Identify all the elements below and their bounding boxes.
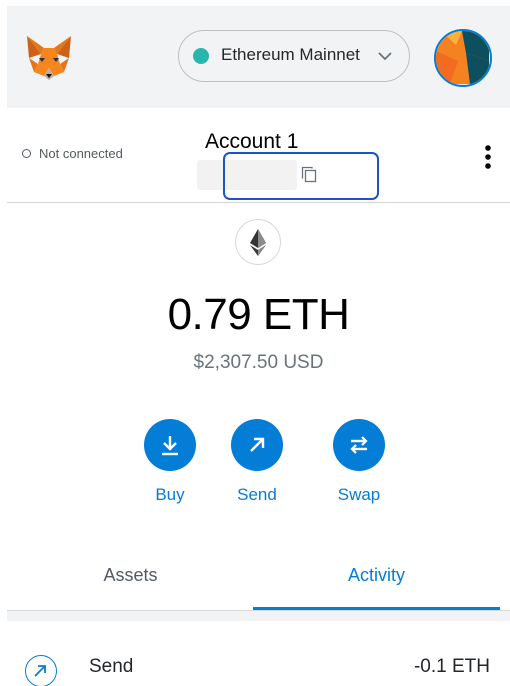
arrow-up-right-icon [231,419,283,471]
fiat-balance: $2,307.50 USD [193,352,324,373]
network-label: Ethereum Mainnet [221,45,360,64]
transaction-type: Send [89,656,134,677]
account-avatar[interactable] [434,29,492,87]
network-status-dot [193,48,209,64]
status-circle-icon [22,149,31,158]
transaction-amount: -0.1 ETH [413,656,490,677]
ethereum-icon [235,219,281,265]
wallet-popup: Ethereum Mainnet Not connected Account 1 [7,6,510,686]
arrow-up-right-icon [25,655,57,686]
metamask-fox-logo[interactable] [24,34,74,82]
app-header: Ethereum Mainnet [7,6,510,108]
account-bar: Not connected Account 1 [7,108,510,203]
eth-balance: 0.79 ETH [167,290,350,339]
account-name: Account 1 [205,130,299,153]
copy-icon[interactable] [301,166,317,183]
buy-label: Buy [155,485,185,504]
wallet-tabs: Assets Activity [7,544,510,611]
swap-arrows-icon [333,419,385,471]
tab-assets[interactable]: Assets [7,544,254,610]
connection-status[interactable]: Not connected [22,146,123,161]
account-options-menu-icon[interactable] [483,144,493,170]
network-selector[interactable]: Ethereum Mainnet [178,30,410,82]
tab-activity[interactable]: Activity [253,544,500,610]
section-divider [7,611,510,621]
send-button[interactable]: Send [212,419,302,505]
send-label: Send [237,485,277,504]
chevron-down-icon [375,46,395,66]
swap-button[interactable]: Swap [314,419,404,505]
swap-label: Swap [337,485,381,504]
activity-list-item[interactable]: Send -0.1 ETH [7,621,510,686]
connection-status-label: Not connected [39,146,123,161]
download-icon [144,419,196,471]
buy-button[interactable]: Buy [125,419,215,505]
